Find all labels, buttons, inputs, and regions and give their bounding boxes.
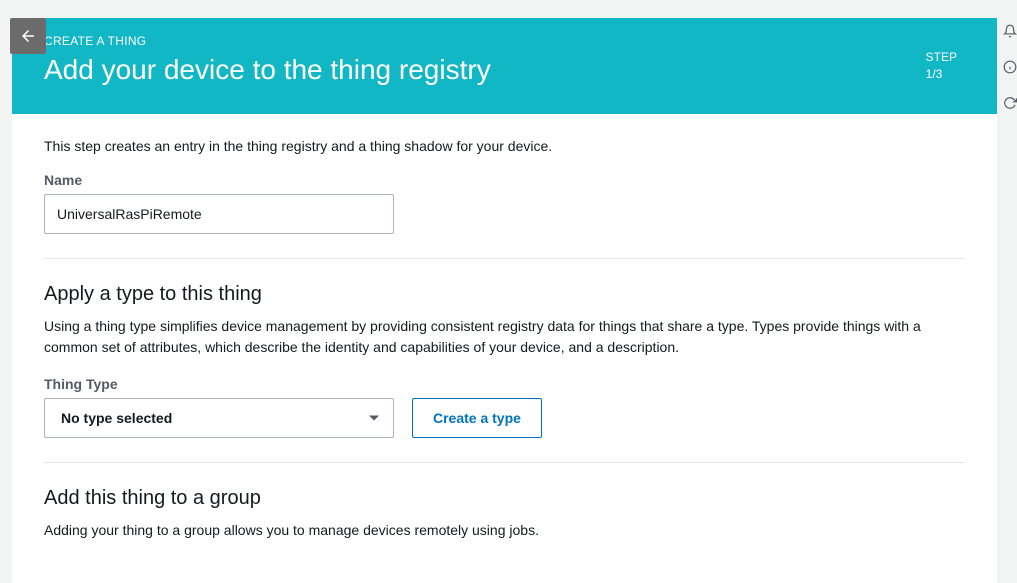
- name-label: Name: [44, 172, 965, 188]
- back-button[interactable]: [10, 18, 46, 54]
- type-desc: Using a thing type simplifies device man…: [44, 316, 944, 358]
- bell-icon[interactable]: [1003, 22, 1017, 40]
- wizard-header: CREATE A THING Add your device to the th…: [12, 18, 997, 114]
- thing-type-selected: No type selected: [61, 410, 172, 426]
- step-label: STEP: [926, 49, 957, 66]
- section-group: Add this thing to a group Adding your th…: [44, 463, 965, 583]
- thing-name-input[interactable]: [44, 194, 394, 234]
- step-value: 1/3: [926, 66, 957, 83]
- wizard-panel: CREATE A THING Add your device to the th…: [12, 18, 997, 583]
- section-type: Apply a type to this thing Using a thing…: [44, 259, 965, 463]
- intro-text: This step creates an entry in the thing …: [44, 138, 965, 154]
- thing-type-select[interactable]: No type selected: [44, 398, 394, 438]
- info-icon[interactable]: [1003, 58, 1017, 76]
- create-type-button[interactable]: Create a type: [412, 398, 542, 438]
- refresh-icon[interactable]: [1003, 94, 1017, 112]
- right-rail: [1003, 22, 1017, 112]
- thing-type-label: Thing Type: [44, 376, 965, 392]
- arrow-left-icon: [19, 27, 37, 45]
- group-desc: Adding your thing to a group allows you …: [44, 520, 944, 541]
- wizard-content: This step creates an entry in the thing …: [12, 114, 997, 583]
- type-heading: Apply a type to this thing: [44, 283, 965, 306]
- group-heading: Add this thing to a group: [44, 487, 965, 510]
- section-name: This step creates an entry in the thing …: [44, 114, 965, 259]
- caret-down-icon: [369, 416, 379, 421]
- step-indicator: STEP 1/3: [926, 49, 957, 83]
- page-title: Add your device to the thing registry: [44, 54, 965, 86]
- breadcrumb: CREATE A THING: [44, 34, 965, 48]
